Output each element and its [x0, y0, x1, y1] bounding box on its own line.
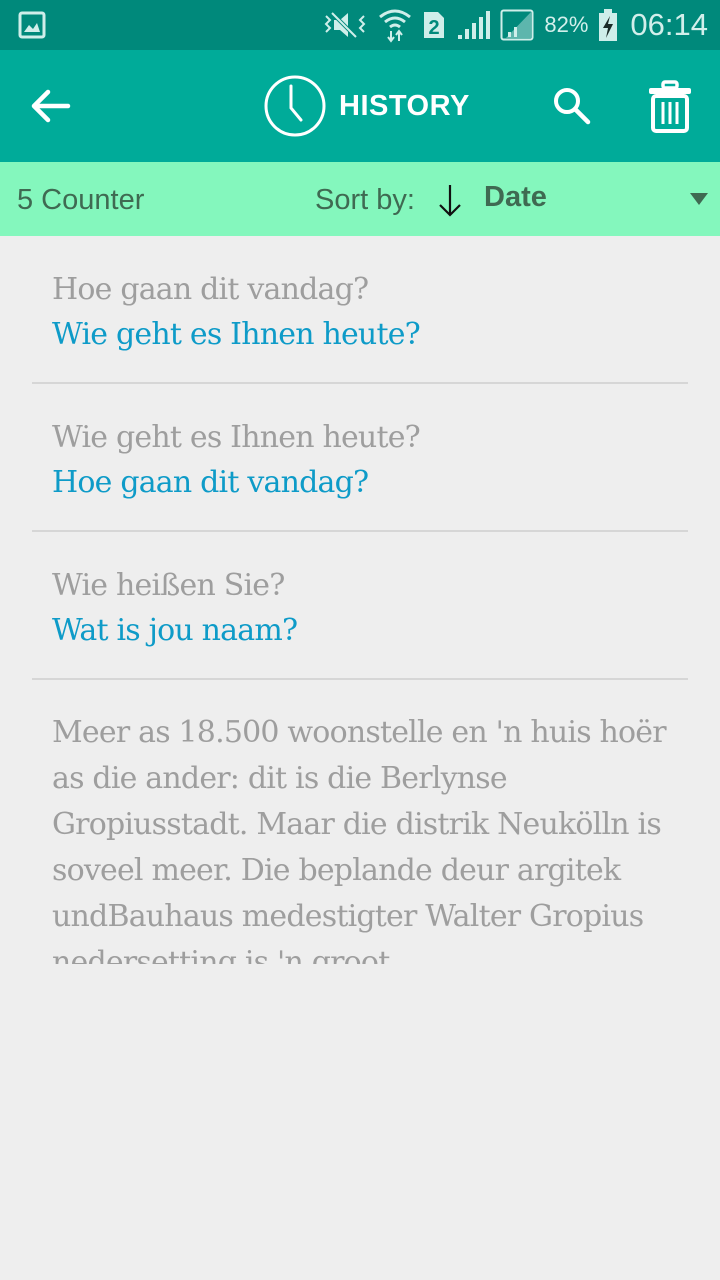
arrow-left-icon[interactable] — [24, 84, 74, 128]
page-title-group: HISTORY — [263, 74, 470, 138]
sort-select[interactable]: Date — [484, 181, 547, 214]
battery-percent: 82% — [544, 12, 589, 37]
signal-roaming-icon — [500, 9, 534, 41]
app-bar: HISTORY — [0, 50, 720, 162]
search-icon[interactable] — [550, 84, 594, 128]
sort-bar: 5 Counter Sort by: Date — [0, 162, 720, 236]
page-title: HISTORY — [339, 89, 470, 122]
history-item[interactable]: Wie heißen Sie? Wat is jou naam? — [32, 532, 688, 680]
sort-label: Sort by: — [315, 184, 415, 216]
history-counter: 5 Counter — [17, 184, 145, 216]
sort-direction-arrow-icon[interactable] — [436, 182, 464, 218]
history-list: Hoe gaan dit vandag? Wie geht es Ihnen h… — [0, 236, 720, 964]
history-item[interactable]: Hoe gaan dit vandag? Wie geht es Ihnen h… — [32, 236, 688, 384]
source-text: Hoe gaan dit vandag? — [52, 272, 369, 307]
dropdown-arrow-icon[interactable] — [690, 193, 708, 205]
clock-time: 06:14 — [630, 7, 708, 42]
source-text: Wie heißen Sie? — [52, 568, 285, 603]
clock-icon — [264, 75, 326, 137]
signal-icon — [458, 11, 491, 39]
gallery-icon — [18, 11, 46, 39]
history-item[interactable]: Wie geht es Ihnen heute? Hoe gaan dit va… — [32, 384, 688, 532]
wifi-icon — [379, 9, 412, 43]
translation-text: Wat is jou naam? — [52, 613, 298, 648]
history-item[interactable]: Meer as 18.500 woonstelle en 'n huis hoë… — [32, 680, 688, 964]
sim2-icon: 2 — [424, 12, 445, 39]
status-icons: 2 82% 06:14 — [322, 0, 708, 50]
source-text: Wie geht es Ihnen heute? — [52, 420, 421, 455]
svg-text:2: 2 — [429, 17, 440, 39]
source-text: Meer as 18.500 woonstelle en 'n huis hoë… — [52, 715, 667, 964]
battery-charging-icon — [599, 9, 618, 41]
trash-icon[interactable] — [646, 80, 694, 134]
vibrate-mute-icon — [324, 11, 366, 39]
translation-text: Hoe gaan dit vandag? — [52, 465, 369, 500]
translation-text: Wie geht es Ihnen heute? — [52, 317, 421, 352]
status-bar: 2 82% 06:14 — [0, 0, 720, 50]
